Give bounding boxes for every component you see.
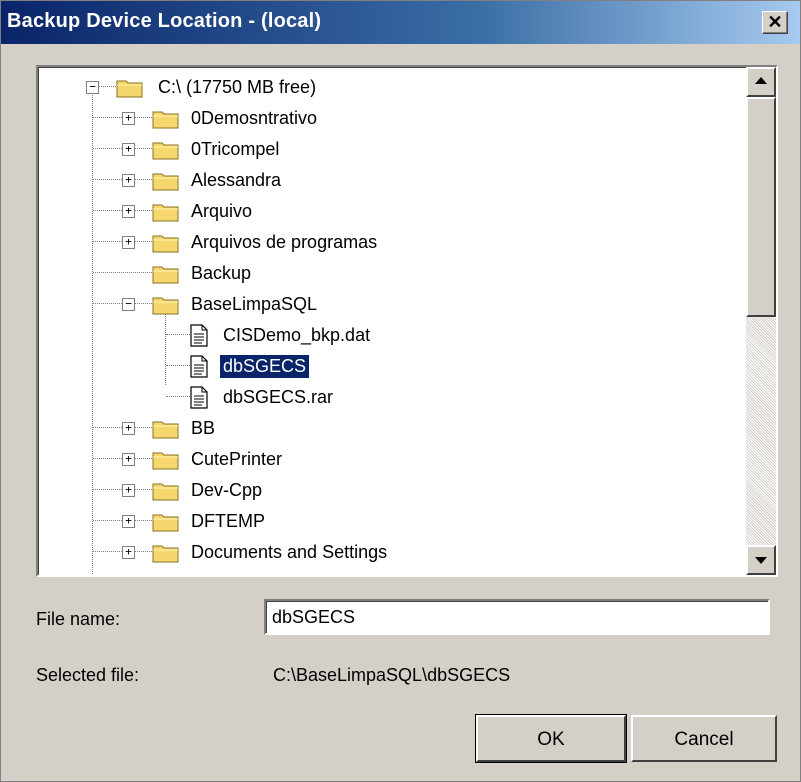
expand-icon[interactable]: + bbox=[122, 484, 135, 497]
expand-icon[interactable]: + bbox=[122, 143, 135, 156]
file-name-input[interactable] bbox=[264, 599, 770, 635]
folder-icon bbox=[152, 142, 179, 160]
tree-folder-item[interactable]: − C:\ (17750 MB free) bbox=[38, 72, 742, 103]
backup-device-location-dialog: Backup Device Location - (local) ✕ − C:\ … bbox=[0, 0, 801, 782]
scroll-up-arrow-icon bbox=[755, 77, 767, 84]
document-icon bbox=[190, 324, 208, 347]
tree-folder-item[interactable]: +0Demosntrativo bbox=[38, 103, 742, 134]
folder-icon bbox=[152, 111, 179, 129]
folder-icon bbox=[152, 266, 179, 284]
close-button[interactable]: ✕ bbox=[762, 11, 788, 34]
tree-folder-item[interactable]: +0Tricompel bbox=[38, 134, 742, 165]
tree-folder-item[interactable]: + Alessandra bbox=[38, 165, 742, 196]
title-bar[interactable]: Backup Device Location - (local) ✕ bbox=[1, 1, 800, 44]
tree-file-item[interactable]: dbSGECS.rar bbox=[38, 382, 742, 413]
document-icon bbox=[190, 386, 208, 409]
tree-folder-item[interactable]: + Arquivos de programas bbox=[38, 227, 742, 258]
selected-file-path: C:\BaseLimpaSQL\dbSGECS bbox=[273, 665, 511, 685]
tree-item-label: CutePrinter bbox=[191, 449, 283, 469]
expand-icon[interactable]: + bbox=[122, 112, 135, 125]
collapse-icon[interactable]: − bbox=[122, 298, 135, 311]
vertical-scrollbar[interactable] bbox=[746, 67, 776, 575]
tree-folder-item[interactable]: + BB bbox=[38, 413, 742, 444]
folder-icon bbox=[152, 173, 179, 191]
scroll-down-arrow-icon bbox=[755, 557, 767, 564]
cancel-button[interactable]: Cancel bbox=[631, 715, 777, 762]
tree-connector bbox=[166, 396, 190, 397]
tree-item-label: dbSGECS bbox=[220, 355, 310, 378]
tree-item-label: C:\ (17750 MB free) bbox=[158, 77, 317, 97]
folder-icon bbox=[152, 204, 179, 222]
folder-icon bbox=[152, 452, 179, 470]
folder-icon bbox=[152, 421, 179, 439]
folder-tree-view[interactable]: − C:\ (17750 MB free) +0Demosntrativo +0Tri… bbox=[36, 65, 778, 577]
tree-folder-item[interactable]: Backup bbox=[38, 258, 742, 289]
ok-button[interactable]: OK bbox=[475, 714, 627, 763]
expand-icon[interactable]: + bbox=[122, 205, 135, 218]
tree-folder-item[interactable]: − BaseLimpaSQL bbox=[38, 289, 742, 320]
expand-icon[interactable]: + bbox=[122, 236, 135, 249]
scroll-down-button[interactable] bbox=[746, 545, 776, 575]
tree-connector bbox=[93, 272, 152, 273]
tree-item-label: BB bbox=[191, 418, 216, 438]
tree-connector bbox=[166, 365, 190, 366]
window-title: Backup Device Location - (local) bbox=[7, 10, 322, 32]
document-icon bbox=[190, 355, 208, 378]
expand-icon[interactable]: + bbox=[122, 453, 135, 466]
tree-item-label: 0Tricompel bbox=[191, 139, 280, 159]
folder-icon bbox=[152, 297, 179, 315]
tree-item-label: Backup bbox=[191, 263, 252, 283]
tree-folder-item[interactable]: + CutePrinter bbox=[38, 444, 742, 475]
folder-icon bbox=[152, 545, 179, 563]
tree-item-label: Alessandra bbox=[191, 170, 282, 190]
tree-file-item[interactable]: CISDemo_bkp.dat bbox=[38, 320, 742, 351]
tree-folder-item[interactable]: + Dev-Cpp bbox=[38, 475, 742, 506]
folder-tree: − C:\ (17750 MB free) +0Demosntrativo +0Tri… bbox=[38, 67, 742, 575]
expand-icon[interactable]: + bbox=[122, 422, 135, 435]
expand-icon[interactable]: + bbox=[122, 515, 135, 528]
tree-connector bbox=[166, 334, 190, 335]
scrollbar-thumb[interactable] bbox=[746, 97, 776, 317]
tree-folder-item[interactable]: + Documents and Settings bbox=[38, 537, 742, 568]
folder-icon bbox=[116, 80, 143, 98]
collapse-icon[interactable]: − bbox=[86, 81, 99, 94]
tree-folder-item[interactable]: + Arquivo bbox=[38, 196, 742, 227]
tree-item-label: dbSGECS.rar bbox=[223, 387, 334, 407]
tree-folder-item[interactable]: + DFTEMP bbox=[38, 506, 742, 537]
tree-item-label: DFTEMP bbox=[191, 511, 265, 531]
expand-icon[interactable]: + bbox=[122, 546, 135, 559]
folder-icon bbox=[152, 235, 179, 253]
tree-item-label: Dev-Cpp bbox=[191, 480, 263, 500]
expand-icon[interactable]: + bbox=[122, 174, 135, 187]
tree-item-label: 0Demosntrativo bbox=[191, 108, 318, 128]
scroll-up-button[interactable] bbox=[746, 67, 776, 97]
tree-item-label: BaseLimpaSQL bbox=[191, 294, 318, 314]
file-name-label: File name: bbox=[36, 609, 121, 629]
tree-item-label: CISDemo_bkp.dat bbox=[223, 325, 371, 345]
folder-icon bbox=[152, 514, 179, 532]
close-icon: ✕ bbox=[767, 12, 783, 32]
tree-item-label: Arquivo bbox=[191, 201, 253, 221]
selected-file-label: Selected file: bbox=[36, 665, 140, 685]
tree-item-label: Arquivos de programas bbox=[191, 232, 378, 252]
folder-icon bbox=[152, 483, 179, 501]
tree-file-item[interactable]: dbSGECS bbox=[38, 351, 742, 382]
tree-item-label: Documents and Settings bbox=[191, 542, 388, 562]
